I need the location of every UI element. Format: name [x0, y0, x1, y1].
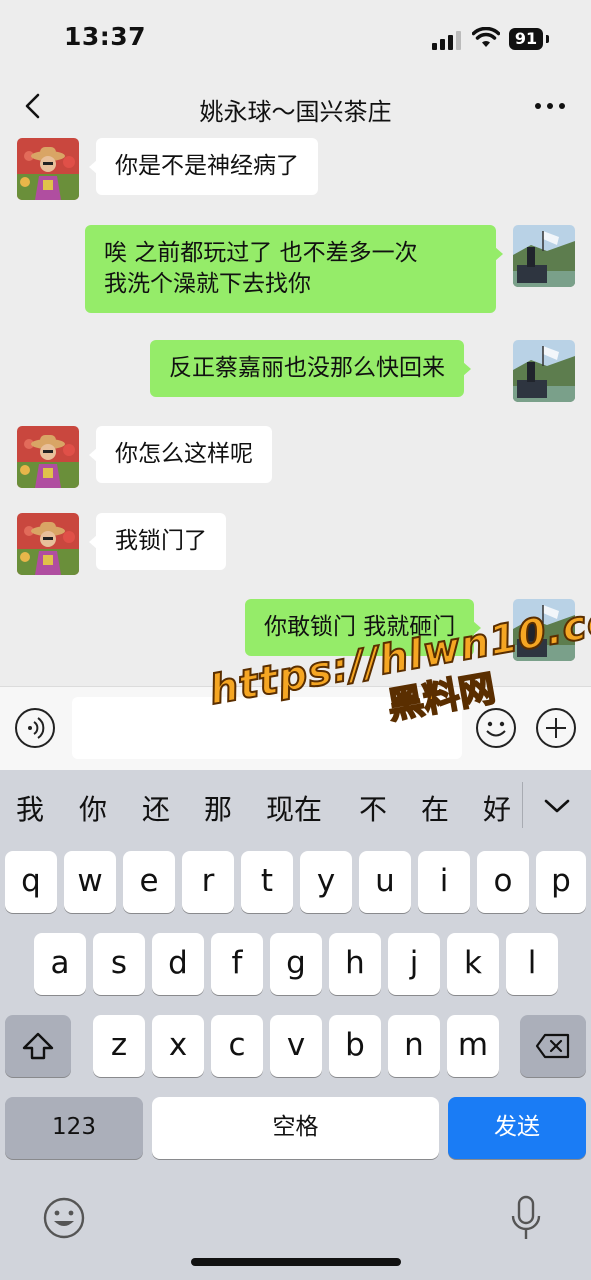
status-time: 13:37 [64, 22, 147, 51]
send-button[interactable]: 发送 [448, 1097, 586, 1159]
candidate-word[interactable]: 那 [204, 788, 232, 828]
key-u[interactable]: u [359, 851, 411, 913]
candidate-word[interactable]: 我 [16, 788, 44, 828]
key-z[interactable]: z [93, 1015, 145, 1077]
message-bubble-incoming[interactable]: 我锁门了 [89, 513, 226, 570]
status-bar: 13:37 91 [0, 0, 591, 80]
space-key[interactable]: 空格 [152, 1097, 439, 1159]
key-a[interactable]: a [34, 933, 86, 995]
key-i[interactable]: i [418, 851, 470, 913]
shift-key[interactable] [5, 1015, 71, 1077]
key-x[interactable]: x [152, 1015, 204, 1077]
voice-input-icon[interactable] [14, 707, 56, 749]
microphone-icon[interactable] [508, 1194, 544, 1242]
key-n[interactable]: n [388, 1015, 440, 1077]
chat-header: 姚永球～国兴茶庄 [0, 80, 591, 136]
key-j[interactable]: j [388, 933, 440, 995]
battery-indicator: 91 [509, 28, 543, 50]
message-bubble-outgoing[interactable]: 反正蔡嘉丽也没那么快回来 [150, 340, 471, 397]
candidate-word[interactable]: 还 [142, 788, 170, 828]
keyboard: 我 你 还 那 现在 不 在 好 q w e r t y u i o p a s… [0, 770, 591, 1280]
battery-tip [546, 35, 549, 43]
key-k[interactable]: k [447, 933, 499, 995]
key-y[interactable]: y [300, 851, 352, 913]
contact-avatar[interactable] [17, 138, 79, 200]
wifi-icon [472, 27, 500, 47]
key-q[interactable]: q [5, 851, 57, 913]
candidate-word[interactable]: 在 [421, 788, 449, 828]
contact-avatar[interactable] [17, 426, 79, 488]
message-bubble-incoming[interactable]: 你怎么这样呢 [89, 426, 272, 483]
key-l[interactable]: l [506, 933, 558, 995]
candidate-word[interactable]: 你 [79, 788, 107, 828]
my-avatar[interactable] [513, 340, 575, 402]
key-b[interactable]: b [329, 1015, 381, 1077]
emoji-keyboard-icon[interactable] [42, 1196, 86, 1240]
key-s[interactable]: s [93, 933, 145, 995]
my-avatar[interactable] [513, 225, 575, 287]
key-e[interactable]: e [123, 851, 175, 913]
key-v[interactable]: v [270, 1015, 322, 1077]
candidate-word[interactable]: 现在 [266, 788, 322, 828]
backspace-icon [535, 1033, 570, 1059]
chat-title: 姚永球～国兴茶庄 [199, 98, 392, 126]
more-options-icon[interactable] [534, 100, 566, 112]
message-bubble-incoming[interactable]: 你是不是神经病了 [89, 138, 318, 195]
message-bubble-outgoing[interactable]: 唉 之前都玩过了 也不差多一次 我洗个澡就下去找你 [85, 225, 503, 313]
key-d[interactable]: d [152, 933, 204, 995]
numbers-key[interactable]: 123 [5, 1097, 143, 1159]
delete-key[interactable] [520, 1015, 586, 1077]
key-g[interactable]: g [270, 933, 322, 995]
home-indicator [191, 1258, 401, 1266]
candidate-bar: 我 你 还 那 现在 不 在 好 [0, 770, 591, 840]
plus-more-icon[interactable] [535, 707, 577, 749]
key-c[interactable]: c [211, 1015, 263, 1077]
candidate-word[interactable]: 不 [359, 788, 387, 828]
key-m[interactable]: m [447, 1015, 499, 1077]
key-w[interactable]: w [64, 851, 116, 913]
key-r[interactable]: r [182, 851, 234, 913]
key-h[interactable]: h [329, 933, 381, 995]
message-list[interactable]: 你是不是神经病了 唉 之前都玩过了 也不差多一次 我洗个澡就下去找你 反正蔡嘉丽… [0, 136, 591, 686]
contact-avatar[interactable] [17, 513, 79, 575]
signal-icon [432, 31, 461, 50]
key-t[interactable]: t [241, 851, 293, 913]
candidate-word[interactable]: 好 [483, 788, 511, 828]
shift-icon [22, 1032, 54, 1060]
candidate-divider [522, 782, 523, 828]
key-p[interactable]: p [536, 851, 586, 913]
key-f[interactable]: f [211, 933, 263, 995]
key-o[interactable]: o [477, 851, 529, 913]
chevron-down-icon[interactable] [542, 796, 572, 816]
